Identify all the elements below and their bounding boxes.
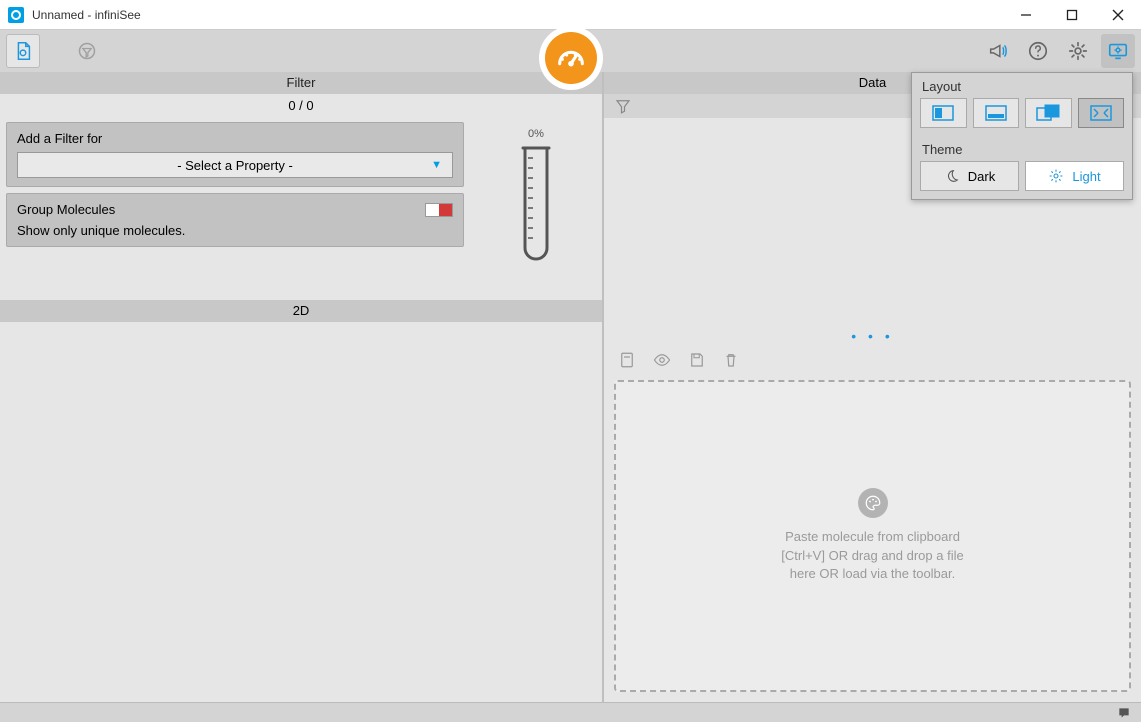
eye-icon[interactable]	[652, 351, 672, 369]
chevron-down-icon: ▼	[431, 159, 442, 171]
close-button[interactable]	[1095, 0, 1141, 29]
statusbar	[0, 702, 1141, 722]
drag-handle-dots[interactable]: • • •	[851, 328, 893, 344]
layout-section-title: Layout	[912, 73, 1132, 98]
toolbar	[0, 30, 1141, 72]
theme-section-title: Theme	[912, 136, 1132, 161]
layout-option-4[interactable]	[1078, 98, 1125, 128]
add-filter-label: Add a Filter for	[17, 131, 453, 146]
twod-header: 2D	[0, 300, 602, 322]
window-title: Unnamed - infiniSee	[32, 8, 1003, 22]
theme-dark-label: Dark	[968, 169, 995, 184]
tube-percent: 0%	[528, 128, 544, 140]
layout-option-2[interactable]	[973, 98, 1020, 128]
group-subtext: Show only unique molecules.	[17, 223, 453, 238]
app-icon	[8, 7, 24, 23]
notification-icon[interactable]	[1117, 706, 1131, 720]
drop-area[interactable]: Paste molecule from clipboard [Ctrl+V] O…	[614, 380, 1131, 692]
open-file-button[interactable]	[6, 34, 40, 68]
center-dashboard-badge[interactable]	[539, 26, 603, 90]
group-toggle[interactable]	[425, 203, 453, 217]
maximize-button[interactable]	[1049, 0, 1095, 29]
add-filter-panel: Add a Filter for - Select a Property - ▼	[6, 122, 464, 187]
display-settings-button[interactable]	[1101, 34, 1135, 68]
tube-visual: 0%	[476, 122, 596, 276]
display-settings-popover: Layout Theme Dark Light	[911, 72, 1133, 200]
minimize-button[interactable]	[1003, 0, 1049, 29]
settings-button[interactable]	[1061, 34, 1095, 68]
theme-dark-button[interactable]: Dark	[920, 161, 1019, 191]
drop-text: Paste molecule from clipboard [Ctrl+V] O…	[773, 528, 973, 585]
help-button[interactable]	[1021, 34, 1055, 68]
property-select-placeholder: - Select a Property -	[177, 158, 293, 173]
theme-light-button[interactable]: Light	[1025, 161, 1124, 191]
layout-option-1[interactable]	[920, 98, 967, 128]
theme-light-label: Light	[1072, 169, 1100, 184]
group-label: Group Molecules	[17, 202, 115, 217]
calc-icon[interactable]	[618, 351, 636, 369]
save-icon[interactable]	[688, 351, 706, 369]
filter-toolbar-button[interactable]	[70, 34, 104, 68]
twod-canvas	[0, 322, 602, 702]
funnel-icon[interactable]	[614, 97, 632, 115]
trash-icon[interactable]	[722, 351, 740, 369]
palette-icon	[858, 488, 888, 518]
filter-header: Filter	[0, 72, 602, 94]
group-panel: Group Molecules Show only unique molecul…	[6, 193, 464, 247]
announce-button[interactable]	[981, 34, 1015, 68]
filter-count: 0 / 0	[0, 94, 602, 118]
left-pane: Filter 0 / 0 Add a Filter for - Select a…	[0, 72, 604, 702]
lower-toolbar	[604, 346, 1141, 374]
property-select[interactable]: - Select a Property - ▼	[17, 152, 453, 178]
layout-option-3[interactable]	[1025, 98, 1072, 128]
